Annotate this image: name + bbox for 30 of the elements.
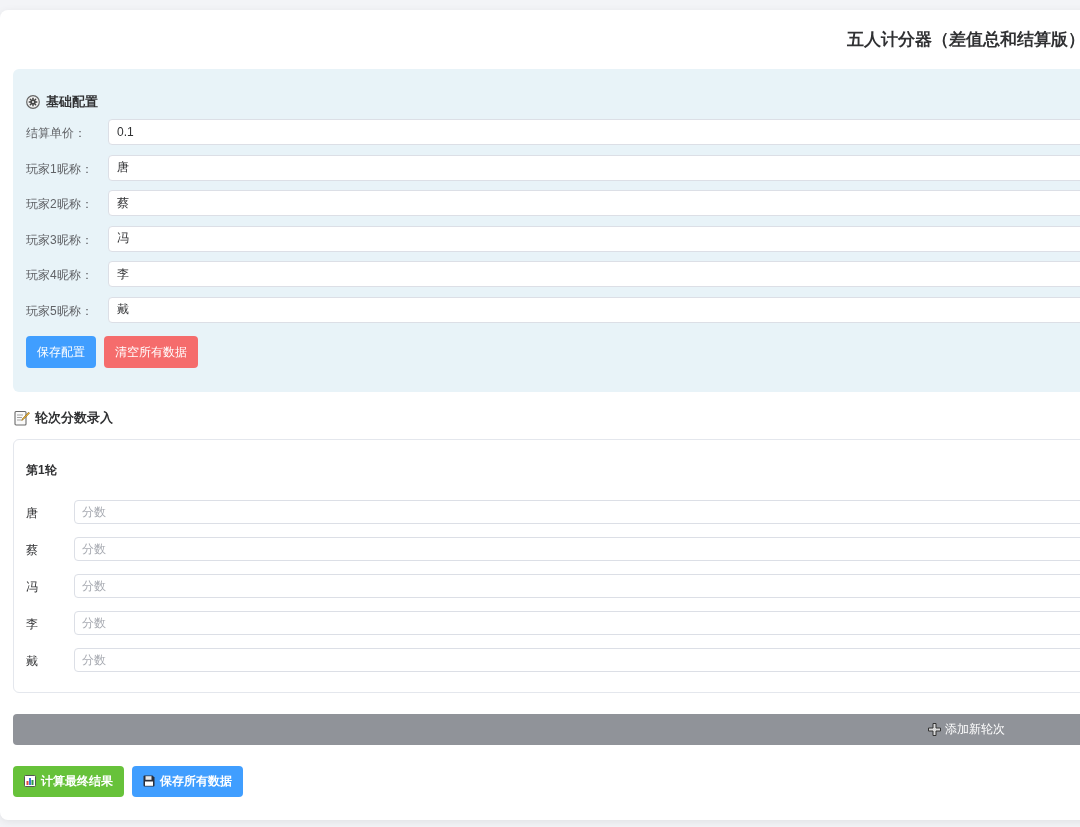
score-input[interactable]: 分数: [74, 647, 1080, 672]
round-title: 第1轮: [26, 462, 57, 477]
gear-icon: [26, 95, 40, 109]
score-input[interactable]: 分数: [74, 499, 1080, 524]
field-label: 玩家5昵称：: [26, 303, 93, 318]
input-field[interactable]: 唐: [108, 154, 1080, 181]
input-field[interactable]: 冯: [108, 225, 1080, 252]
bar-chart-icon: [24, 775, 36, 787]
section-heading: 轮次分数录入: [35, 408, 113, 427]
field-label: 玩家4昵称：: [26, 268, 93, 282]
input-field[interactable]: 戴: [108, 296, 1080, 323]
input-field[interactable]: 蔡: [108, 190, 1080, 216]
page-title: 五人计分器（差值总和结算版）: [847, 30, 1080, 49]
field-label: 结算单价：: [26, 126, 86, 140]
player-name: 戴: [26, 653, 38, 668]
field-label: 玩家1昵称：: [26, 161, 93, 176]
field-label: 玩家2昵称：: [26, 197, 93, 211]
input-field[interactable]: 0.1: [108, 119, 1080, 145]
score-input[interactable]: 分数: [74, 536, 1080, 561]
player-name: 蔡: [26, 542, 38, 557]
score-input[interactable]: 分数: [74, 573, 1080, 598]
player-name: 李: [26, 616, 38, 631]
section-heading: 基础配置: [46, 93, 98, 112]
player-name: 唐: [26, 505, 38, 520]
player-name: 冯: [26, 579, 38, 594]
input-field[interactable]: 李: [108, 261, 1080, 287]
plus-icon: [927, 722, 941, 736]
field-label: 玩家3昵称：: [26, 232, 93, 247]
score-input[interactable]: 分数: [74, 610, 1080, 635]
memo-icon: [14, 409, 30, 426]
